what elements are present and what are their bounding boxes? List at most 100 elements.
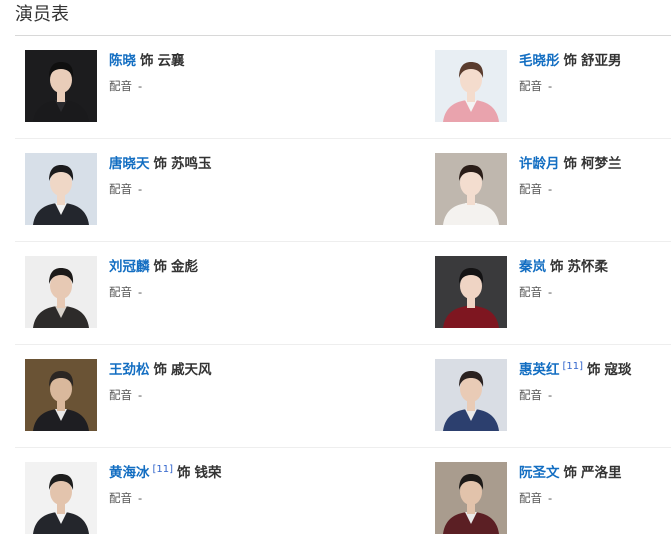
actor-photo[interactable] xyxy=(435,256,507,328)
voice-value: - xyxy=(138,388,143,402)
voice-line: 配音 - xyxy=(109,387,212,403)
cast-info: 唐晓天饰苏鸣玉配音 - xyxy=(109,155,212,197)
actor-photo[interactable] xyxy=(25,153,97,225)
voice-value: - xyxy=(138,79,143,93)
character-name: 苏鸣玉 xyxy=(171,156,212,172)
actor-photo[interactable] xyxy=(25,50,97,122)
actor-photo[interactable] xyxy=(25,256,97,328)
role-line: 许龄月饰柯梦兰 xyxy=(519,155,622,173)
actor-name-link[interactable]: 许龄月 xyxy=(519,156,560,172)
voice-label: 配音 xyxy=(519,182,542,196)
plays-label: 饰 xyxy=(153,259,168,275)
character-name: 严洛里 xyxy=(581,465,622,481)
plays-label: 饰 xyxy=(177,465,191,481)
actor-photo[interactable] xyxy=(435,153,507,225)
reference-link[interactable]: [11] xyxy=(153,464,174,475)
cast-info: 许龄月饰柯梦兰 配音 - xyxy=(519,155,622,197)
character-name: 寇琰 xyxy=(604,362,632,378)
cast-item: 陈晓饰云襄配音 - xyxy=(25,50,325,124)
actor-photo[interactable] xyxy=(435,359,507,431)
role-line: 唐晓天饰苏鸣玉 xyxy=(109,155,212,173)
character-name: 云襄 xyxy=(157,53,185,69)
voice-label: 配音 xyxy=(519,79,542,93)
cast-info: 秦岚饰苏怀柔 配音 - xyxy=(519,258,608,300)
cast-info: 黄海冰 [11] 饰钱荣 配音 - xyxy=(109,464,222,506)
role-line: 阮圣文饰严洛里 xyxy=(519,464,622,482)
cast-row: 黄海冰 [11] 饰钱荣 配音 - 阮圣文饰严洛里 配音 - xyxy=(15,448,671,542)
role-line: 陈晓饰云襄 xyxy=(109,52,185,70)
voice-label: 配音 xyxy=(109,388,132,402)
voice-line: 配音 - xyxy=(109,490,222,506)
cast-page: 演员表 陈晓饰云襄 配音 - 毛晓彤饰舒亚男 配音 - 唐晓天饰苏鸣玉 配音 - 许龄月饰柯梦兰配… xyxy=(0,0,671,542)
voice-value: - xyxy=(548,79,553,93)
voice-value: - xyxy=(138,285,143,299)
character-name: 戚天风 xyxy=(171,362,212,378)
voice-label: 配音 xyxy=(519,285,542,299)
voice-value: - xyxy=(548,491,553,505)
plays-label: 饰 xyxy=(140,53,154,69)
voice-value: - xyxy=(548,285,553,299)
voice-label: 配音 xyxy=(109,182,132,196)
cast-item: 刘冠麟饰金彪 配音 - xyxy=(25,256,325,330)
cast-list: 陈晓饰云襄 配音 - 毛晓彤饰舒亚男 配音 - 唐晓天饰苏鸣玉 配音 - 许龄月饰柯梦兰 配音 - 刘冠… xyxy=(15,36,671,542)
actor-photo[interactable] xyxy=(25,462,97,534)
voice-label: 配音 xyxy=(109,79,132,93)
voice-label: 配音 xyxy=(519,491,542,505)
voice-value: - xyxy=(548,182,553,196)
actor-name-link[interactable]: 黄海冰 xyxy=(109,465,150,481)
role-line: 王劲松饰戚天风 xyxy=(109,361,212,379)
voice-label: 配音 xyxy=(109,491,132,505)
actor-name-link[interactable]: 毛晓彤 xyxy=(519,53,560,69)
cast-row: 陈晓饰云襄 配音 - 毛晓彤饰舒亚男 配音 - xyxy=(15,36,671,139)
role-line: 秦岚饰苏怀柔 xyxy=(519,258,608,276)
actor-name-link[interactable]: 惠英红 xyxy=(519,362,560,378)
cast-row: 唐晓天饰苏鸣玉 配音 - 许龄月饰柯梦兰 配音 - xyxy=(15,139,671,242)
plays-label: 饰 xyxy=(153,362,168,378)
voice-line: 配音 - xyxy=(519,490,622,506)
actor-name-link[interactable]: 秦岚 xyxy=(519,259,546,275)
character-name: 舒亚男 xyxy=(581,53,622,69)
actor-photo[interactable] xyxy=(25,359,97,431)
character-name: 柯梦兰 xyxy=(581,156,622,172)
actor-name-link[interactable]: 刘冠麟 xyxy=(109,259,150,275)
cast-item: 唐晓天饰苏鸣玉配音 - xyxy=(25,153,325,227)
actor-name-link[interactable]: 陈晓 xyxy=(109,53,136,69)
voice-value: - xyxy=(138,182,143,196)
cast-item: 毛晓彤饰舒亚男 配音 - xyxy=(435,50,671,124)
plays-label: 饰 xyxy=(563,156,578,172)
voice-value: - xyxy=(138,491,143,505)
character-name: 金彪 xyxy=(171,259,198,275)
actor-name-link[interactable]: 王劲松 xyxy=(109,362,150,378)
actor-name-link[interactable]: 阮圣文 xyxy=(519,465,560,481)
actor-photo[interactable] xyxy=(435,462,507,534)
actor-photo[interactable] xyxy=(435,50,507,122)
voice-line: 配音 - xyxy=(109,284,198,300)
cast-info: 刘冠麟饰金彪 配音 - xyxy=(109,258,198,300)
plays-label: 饰 xyxy=(153,156,168,172)
role-line: 惠英红 [11] 饰寇琰 xyxy=(519,361,632,379)
voice-value: - xyxy=(548,388,553,402)
cast-info: 惠英红 [11] 饰寇琰 配音 - xyxy=(519,361,632,403)
cast-info: 王劲松饰戚天风 配音 - xyxy=(109,361,212,403)
plays-label: 饰 xyxy=(563,465,578,481)
cast-item: 秦岚饰苏怀柔 配音 - xyxy=(435,256,671,330)
plays-label: 饰 xyxy=(550,259,564,275)
character-name: 苏怀柔 xyxy=(567,259,609,275)
voice-line: 配音 - xyxy=(519,78,622,94)
voice-label: 配音 xyxy=(109,285,132,299)
cast-item: 王劲松饰戚天风 配音 - xyxy=(25,359,325,433)
role-line: 黄海冰 [11] 饰钱荣 xyxy=(109,464,222,482)
character-name: 钱荣 xyxy=(194,465,222,481)
actor-name-link[interactable]: 唐晓天 xyxy=(109,156,150,172)
voice-line: 配音 - xyxy=(519,181,622,197)
voice-line: 配音 - xyxy=(519,387,632,403)
voice-label: 配音 xyxy=(519,388,542,402)
plays-label: 饰 xyxy=(587,362,601,378)
cast-item: 阮圣文饰严洛里 配音 - xyxy=(435,462,671,536)
reference-link[interactable]: [11] xyxy=(563,361,584,372)
role-line: 刘冠麟饰金彪 xyxy=(109,258,198,276)
cast-row: 王劲松饰戚天风 配音 - 惠英红 [11] 饰寇琰 配音 - xyxy=(15,345,671,448)
voice-line: 配音 - xyxy=(109,78,185,94)
cast-item: 惠英红 [11] 饰寇琰 配音 - xyxy=(435,359,671,433)
voice-line: 配音 - xyxy=(519,284,608,300)
